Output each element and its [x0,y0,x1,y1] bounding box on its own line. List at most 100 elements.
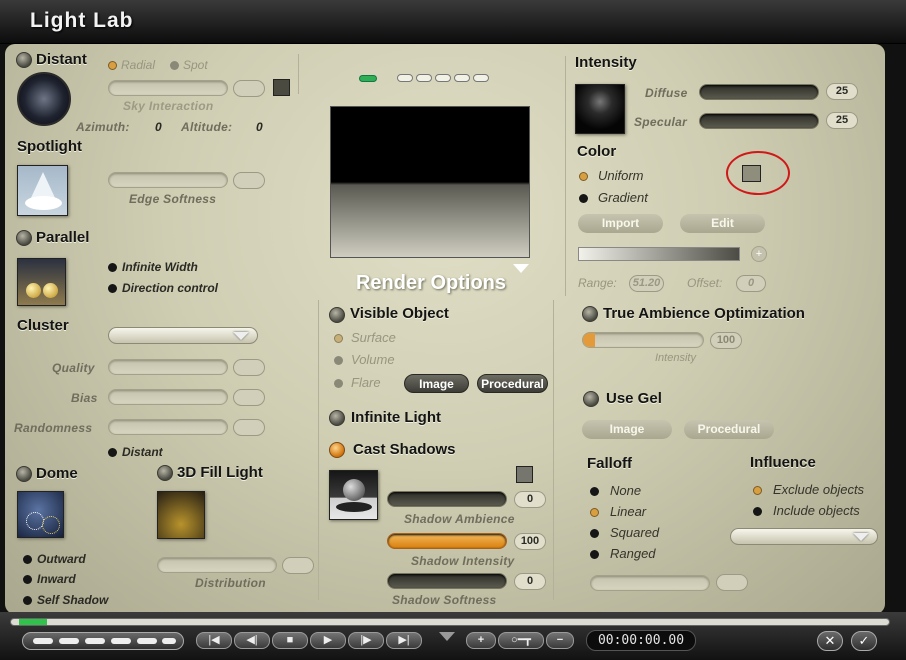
gradient-radio[interactable] [579,194,588,203]
volume-radio[interactable] [334,356,343,365]
range-value[interactable]: 51.20 [629,275,664,292]
key-icon[interactable]: ○━┳ [498,632,544,649]
infinite-width-radio[interactable] [108,263,117,272]
dome-radio[interactable] [16,466,32,482]
uniform-radio[interactable] [579,172,588,181]
sky-interaction-slider[interactable] [108,80,228,96]
falloff-ranged-label: Ranged [610,546,656,561]
distant-radio[interactable] [16,52,32,68]
shadow-softness-value[interactable]: 0 [514,573,546,590]
shadow-ambience-slider[interactable] [387,491,507,507]
outward-radio[interactable] [23,555,32,564]
randomness-slider[interactable] [108,419,228,435]
cluster-dropdown[interactable] [108,327,258,344]
falloff-value[interactable] [716,574,748,591]
quality-value[interactable] [233,359,265,376]
spot-radio[interactable] [170,61,179,70]
use-gel-label: Use Gel [606,390,662,407]
distribution-value[interactable] [282,557,314,574]
preview-indicator-light[interactable] [359,75,377,82]
shadow-color-swatch[interactable] [516,466,533,483]
cast-shadows-label: Cast Shadows [353,441,456,458]
timeline-scrubber[interactable] [10,618,890,626]
radial-radio[interactable] [108,61,117,70]
specular-value[interactable]: 25 [826,112,858,129]
parallel-radio[interactable] [16,230,32,246]
volume-label: Volume [351,352,395,367]
light-preview[interactable] [330,106,530,258]
bias-slider[interactable] [108,389,228,405]
diffuse-value[interactable]: 25 [826,83,858,100]
falloff-linear-label: Linear [610,504,647,519]
first-frame-button[interactable]: |◀ [196,632,232,649]
cast-shadows-radio[interactable] [329,442,345,458]
true-ambience-radio[interactable] [582,306,598,322]
flare-radio[interactable] [334,379,343,388]
add-key-button[interactable]: + [466,632,496,649]
bias-value[interactable] [233,389,265,406]
true-ambience-slider[interactable] [582,332,704,348]
spotlight-thumbnail[interactable] [17,165,68,216]
quality-slider[interactable] [108,359,228,375]
highlight-ring [726,151,790,195]
randomness-value[interactable] [233,419,265,436]
ok-button[interactable]: ✓ [851,631,877,651]
sky-color-swatch[interactable] [273,79,290,96]
inward-radio[interactable] [23,575,32,584]
falloff-ranged-radio[interactable] [590,550,599,559]
remove-key-button[interactable]: − [546,632,574,649]
edit-button[interactable]: Edit [680,214,765,233]
visible-procedural-button[interactable]: Procedural [477,374,548,393]
spot-label: Spot [183,58,208,72]
influence-dropdown[interactable] [730,528,878,545]
exclude-objects-radio[interactable] [753,486,762,495]
diffuse-slider[interactable] [699,84,819,100]
gradient-plus-icon[interactable]: + [751,246,767,262]
gradient-ramp[interactable] [578,247,740,261]
cancel-button[interactable]: ✕ [817,631,843,651]
stop-button[interactable]: ■ [272,632,308,649]
next-frame-button[interactable]: |▶ [348,632,384,649]
gel-procedural-button[interactable]: Procedural [684,420,774,439]
import-button[interactable]: Import [578,214,663,233]
shadow-softness-slider[interactable] [387,573,507,589]
shadow-intensity-value[interactable]: 100 [514,533,546,550]
fill-light-thumbnail[interactable] [157,491,205,539]
offset-value[interactable]: 0 [736,275,766,292]
self-shadow-radio[interactable] [23,596,32,605]
edge-softness-slider[interactable] [108,172,228,188]
specular-slider[interactable] [699,113,819,129]
infinite-light-radio[interactable] [329,410,345,426]
falloff-linear-radio[interactable] [590,508,599,517]
distant-light-icon[interactable] [17,72,71,126]
edge-softness-value[interactable] [233,172,265,189]
include-objects-radio[interactable] [753,507,762,516]
shadow-intensity-slider[interactable] [387,533,507,549]
cluster-distant-radio[interactable] [108,448,117,457]
visible-image-button[interactable]: Image [404,374,469,393]
shadow-ambience-value[interactable]: 0 [514,491,546,508]
true-ambience-value[interactable]: 100 [710,332,742,349]
gel-image-button[interactable]: Image [582,420,672,439]
use-gel-radio[interactable] [583,391,599,407]
sky-interaction-value[interactable] [233,80,265,97]
falloff-slider[interactable] [590,575,710,591]
visible-object-radio[interactable] [329,307,345,323]
chevron-down-icon [853,533,869,541]
parallel-thumbnail[interactable] [17,258,66,306]
fill-light-radio[interactable] [157,465,173,481]
timeline-menu-icon[interactable] [439,632,455,641]
prev-frame-button[interactable]: ◀| [234,632,270,649]
direction-control-radio[interactable] [108,284,117,293]
azimuth-label: Azimuth: [76,120,130,134]
last-frame-button[interactable]: ▶| [386,632,422,649]
shadow-thumbnail[interactable] [329,470,378,520]
dome-thumbnail[interactable] [17,491,64,538]
surface-radio[interactable] [334,334,343,343]
camera-keys-bar[interactable] [22,632,184,650]
play-button[interactable]: ▶ [310,632,346,649]
falloff-none-radio[interactable] [590,487,599,496]
distribution-slider[interactable] [157,557,277,573]
falloff-squared-radio[interactable] [590,529,599,538]
preview-page-dots[interactable] [397,74,491,83]
